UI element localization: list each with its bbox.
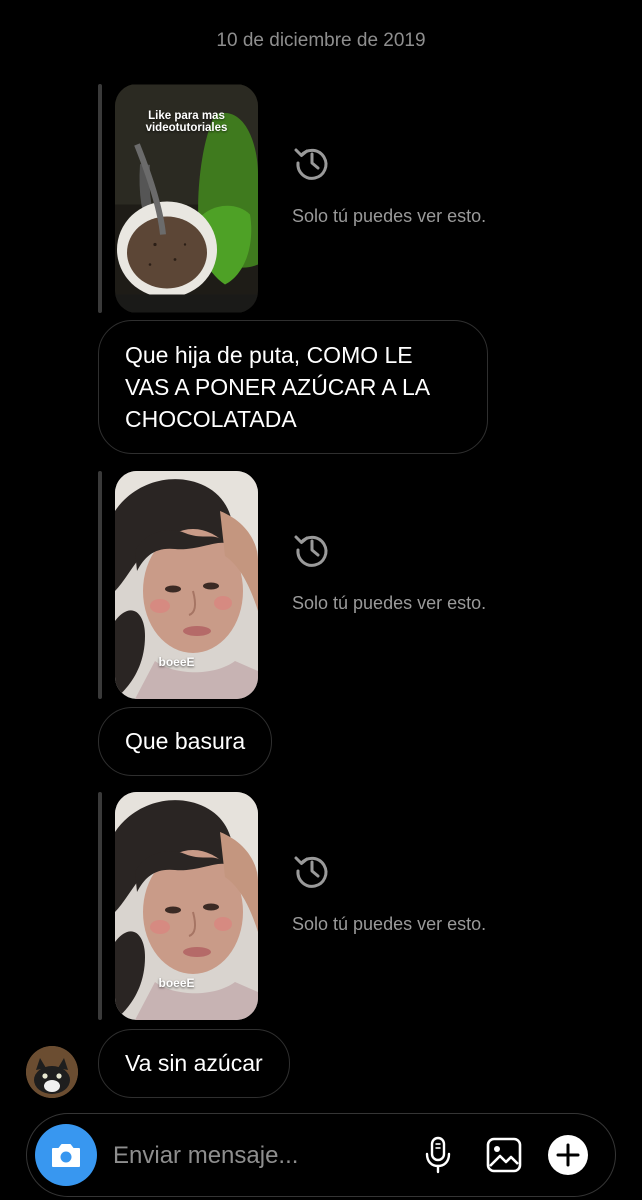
story-caption: boeeE — [158, 976, 195, 990]
plus-icon — [548, 1135, 588, 1175]
expired-note: Solo tú puedes ver esto. — [292, 593, 487, 613]
reply-indicator-line — [98, 471, 102, 699]
history-icon — [292, 530, 332, 570]
gallery-button[interactable] — [483, 1134, 525, 1176]
expired-note: Solo tú puedes ver esto. — [292, 914, 487, 934]
microphone-icon — [425, 1136, 451, 1174]
story-unavailable-notice: Solo tú puedes ver esto. — [292, 851, 492, 936]
avatar-cat-image — [26, 1046, 78, 1098]
reply-indicator-line — [98, 84, 102, 313]
reply-indicator-line — [98, 792, 102, 1020]
history-icon — [292, 851, 332, 891]
history-icon — [292, 143, 332, 183]
gallery-icon — [486, 1137, 522, 1173]
message-bubble[interactable]: Que basura — [98, 707, 273, 776]
message-input[interactable] — [111, 1132, 395, 1180]
camera-icon — [52, 1144, 80, 1167]
more-options-button[interactable] — [547, 1134, 589, 1176]
camera-button[interactable] — [35, 1124, 97, 1186]
message-composer — [26, 1113, 616, 1197]
avatar[interactable] — [26, 1046, 78, 1098]
story-thumbnail[interactable]: Like para mas videotutoriales — [115, 84, 258, 313]
voice-message-button[interactable] — [417, 1134, 459, 1176]
expired-note: Solo tú puedes ver esto. — [292, 206, 487, 226]
story-unavailable-notice: Solo tú puedes ver esto. — [292, 143, 492, 228]
story-thumbnail[interactable]: boeeE — [115, 792, 258, 1020]
story-thumbnail[interactable]: boeeE — [115, 471, 258, 699]
message-bubble[interactable]: Va sin azúcar — [98, 1029, 290, 1098]
story-caption: Like para mas videotutoriales — [145, 110, 228, 134]
story-caption: boeeE — [158, 655, 195, 669]
story-unavailable-notice: Solo tú puedes ver esto. — [292, 530, 492, 615]
message-bubble[interactable]: Que hija de puta, COMO LE VAS A PONER AZ… — [98, 320, 488, 454]
conversation-date: 10 de diciembre de 2019 — [216, 30, 426, 51]
